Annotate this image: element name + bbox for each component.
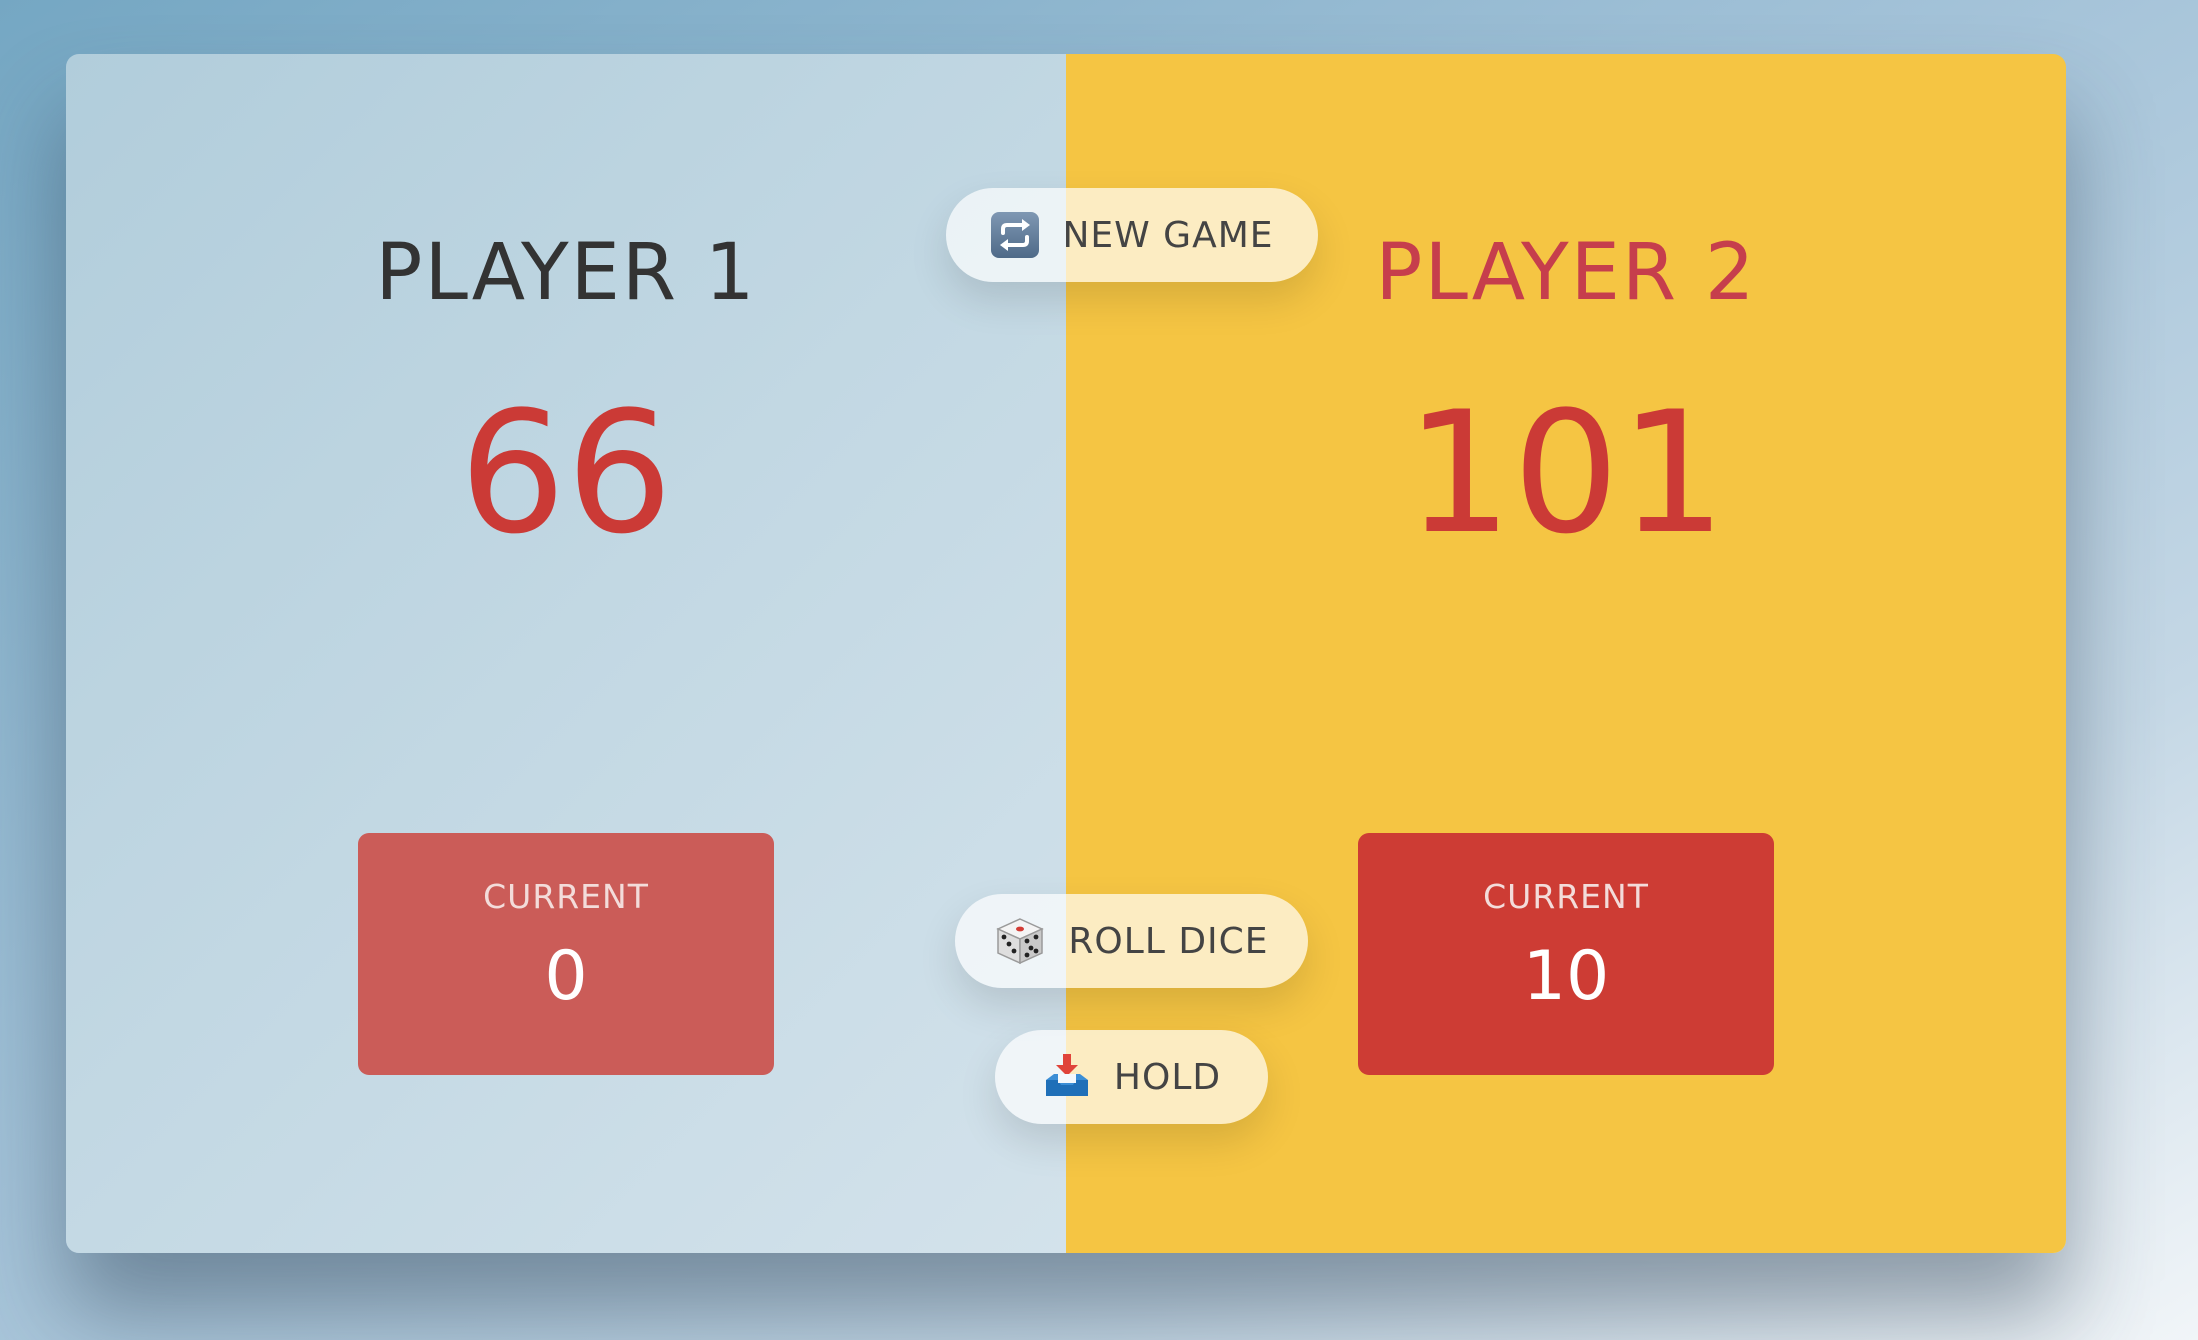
player-1-name: PLAYER 1 (375, 228, 757, 318)
hold-label: HOLD (1113, 1056, 1222, 1098)
player-1-current-label: CURRENT (483, 877, 649, 916)
player-1-panel: PLAYER 1 66 CURRENT 0 (66, 54, 1066, 1253)
player-1-score: 66 (459, 375, 673, 571)
player-2-score: 101 (1405, 375, 1727, 571)
player-2-current-box: CURRENT 10 (1358, 833, 1774, 1075)
dice-icon (994, 915, 1046, 967)
new-game-label: NEW GAME (1062, 214, 1274, 256)
player-2-current-label: CURRENT (1483, 877, 1649, 916)
inbox-tray-icon (1042, 1052, 1092, 1102)
player-2-current-score: 10 (1522, 937, 1610, 1016)
hold-button[interactable]: HOLD (995, 1030, 1268, 1124)
roll-dice-button[interactable]: ROLL DICE (955, 894, 1308, 988)
roll-dice-label: ROLL DICE (1068, 920, 1269, 962)
new-game-button[interactable]: NEW GAME (946, 188, 1318, 282)
repeat-icon (990, 211, 1040, 259)
game-board: PLAYER 1 66 CURRENT 0 PLAYER 2 101 CURRE… (66, 54, 2066, 1253)
player-1-current-box: CURRENT 0 (358, 833, 774, 1075)
player-1-current-score: 0 (544, 937, 588, 1016)
